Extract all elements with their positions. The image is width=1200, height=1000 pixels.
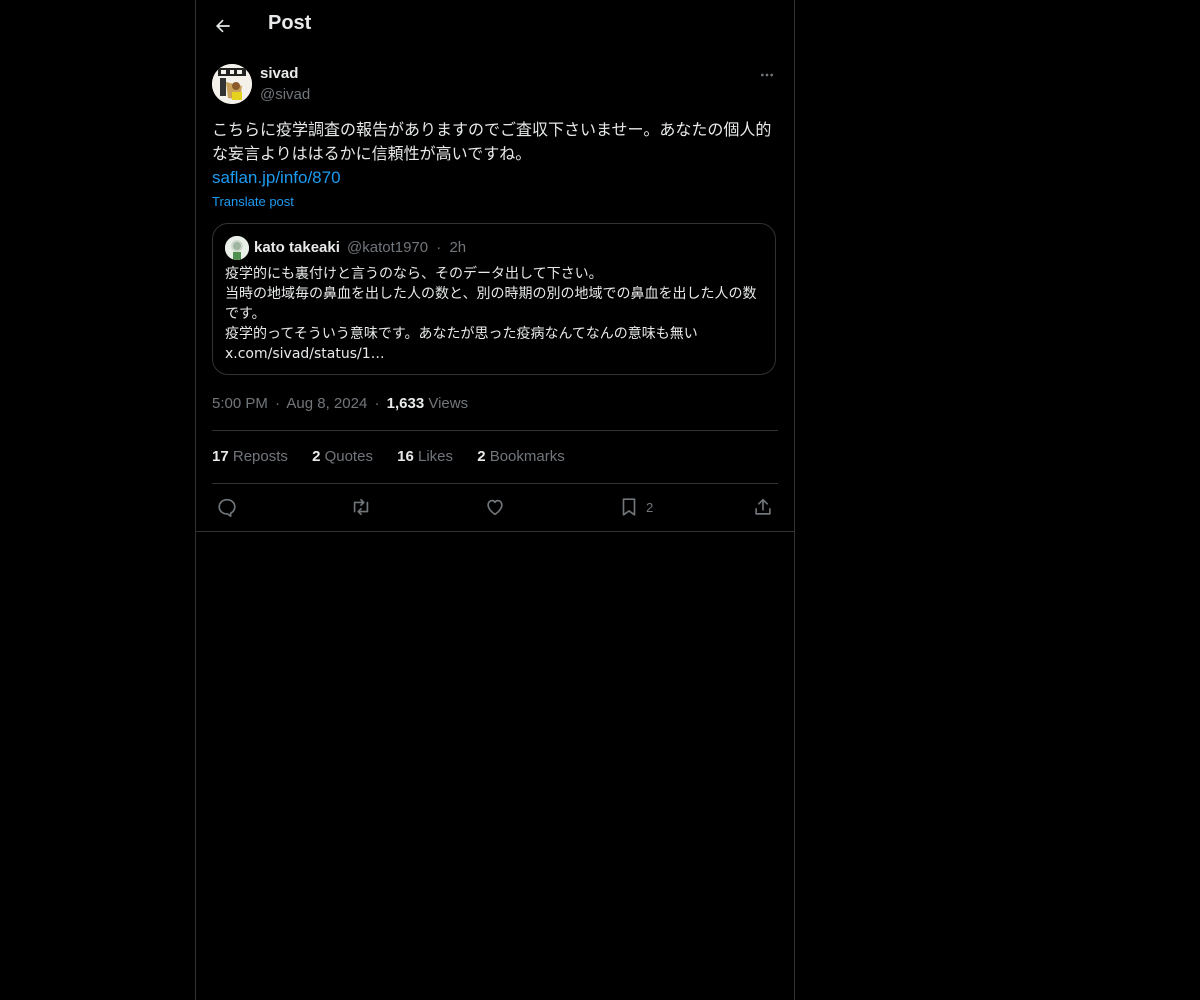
quote-separator: · [436, 239, 442, 256]
avatar-image [212, 64, 252, 104]
repost-icon [353, 498, 369, 516]
reply-icon [218, 498, 236, 517]
bookmark-icon [622, 498, 636, 516]
likes-count: 16 [397, 448, 414, 465]
like-button[interactable] [484, 494, 506, 520]
quote-author-handle: @katot1970 [347, 239, 429, 256]
bookmark-count: 2 [646, 499, 654, 515]
back-arrow-icon [216, 19, 230, 33]
reposts-stat[interactable]: 17 Reposts [212, 448, 288, 465]
meta-separator: · [374, 395, 380, 412]
reposts-label: Reposts [232, 448, 288, 465]
more-icon [761, 73, 773, 77]
meta-separator: · [275, 395, 281, 412]
quote-header: kato takeaki @katot1970 · 2h [225, 236, 765, 260]
divider [212, 430, 778, 431]
engagement-stats: 17 Reposts 2 Quotes 16 Likes 2 Bookmarks [212, 448, 778, 468]
quote-author-avatar [225, 236, 249, 260]
author-handle[interactable]: @sivad [260, 86, 310, 103]
bottom-divider [196, 531, 794, 532]
post-timestamp: 5:00 PM · Aug 8, 2024 · 1,633 Views [212, 395, 468, 412]
action-bar: 2 [212, 494, 778, 520]
post-column: Post sivad @sivad こちらに疫学調査の報告がありますのでご査収下… [195, 0, 795, 1000]
quote-avatar-image [225, 236, 249, 260]
quote-time: 2h [449, 239, 467, 256]
bookmarks-count: 2 [477, 448, 486, 465]
bookmark-button[interactable]: 2 [618, 494, 653, 520]
author-avatar[interactable] [212, 64, 252, 104]
translate-post-link[interactable]: Translate post [212, 194, 294, 209]
post-body: こちらに疫学調査の報告がありますのでご査収下さいませー。あなたの個人的な妄言より… [212, 118, 778, 190]
quotes-stat[interactable]: 2 Quotes [312, 448, 373, 465]
post-author: sivad @sivad [212, 64, 778, 108]
reposts-count: 17 [212, 448, 229, 465]
page-title: Post [268, 12, 312, 34]
quote-text: 疫学的にも裏付けと言うのなら、そのデータ出して下さい。 当時の地域毎の鼻血を出し… [225, 266, 757, 362]
post-link[interactable]: saflan.jp/info/870 [212, 166, 778, 190]
divider [212, 483, 778, 484]
likes-stat[interactable]: 16 Likes [397, 448, 453, 465]
quote-author-name: kato takeaki [254, 239, 340, 256]
bookmarks-stat[interactable]: 2 Bookmarks [477, 448, 565, 465]
likes-label: Likes [417, 448, 454, 465]
share-icon [755, 498, 771, 515]
repost-button[interactable] [350, 494, 372, 520]
post-time[interactable]: 5:00 PM [212, 395, 268, 412]
like-icon [487, 499, 503, 516]
quoted-post[interactable]: kato takeaki @katot1970 · 2h 疫学的にも裏付けと言う… [212, 223, 776, 375]
bookmarks-label: Bookmarks [489, 448, 565, 465]
views-count: 1,633 [386, 395, 425, 412]
quotes-label: Quotes [324, 448, 373, 465]
quotes-count: 2 [312, 448, 321, 465]
author-name[interactable]: sivad [260, 65, 298, 82]
more-options-button[interactable] [756, 64, 778, 86]
views-label: Views [428, 395, 469, 412]
top-bar: Post [196, 0, 794, 54]
reply-button[interactable] [216, 494, 238, 520]
post-text: こちらに疫学調査の報告がありますのでご査収下さいませー。あなたの個人的な妄言より… [212, 120, 772, 163]
post-date[interactable]: Aug 8, 2024 [286, 395, 367, 412]
share-button[interactable] [752, 494, 774, 520]
quote-meta: @katot1970 · 2h [347, 239, 466, 256]
back-button[interactable] [210, 13, 236, 39]
